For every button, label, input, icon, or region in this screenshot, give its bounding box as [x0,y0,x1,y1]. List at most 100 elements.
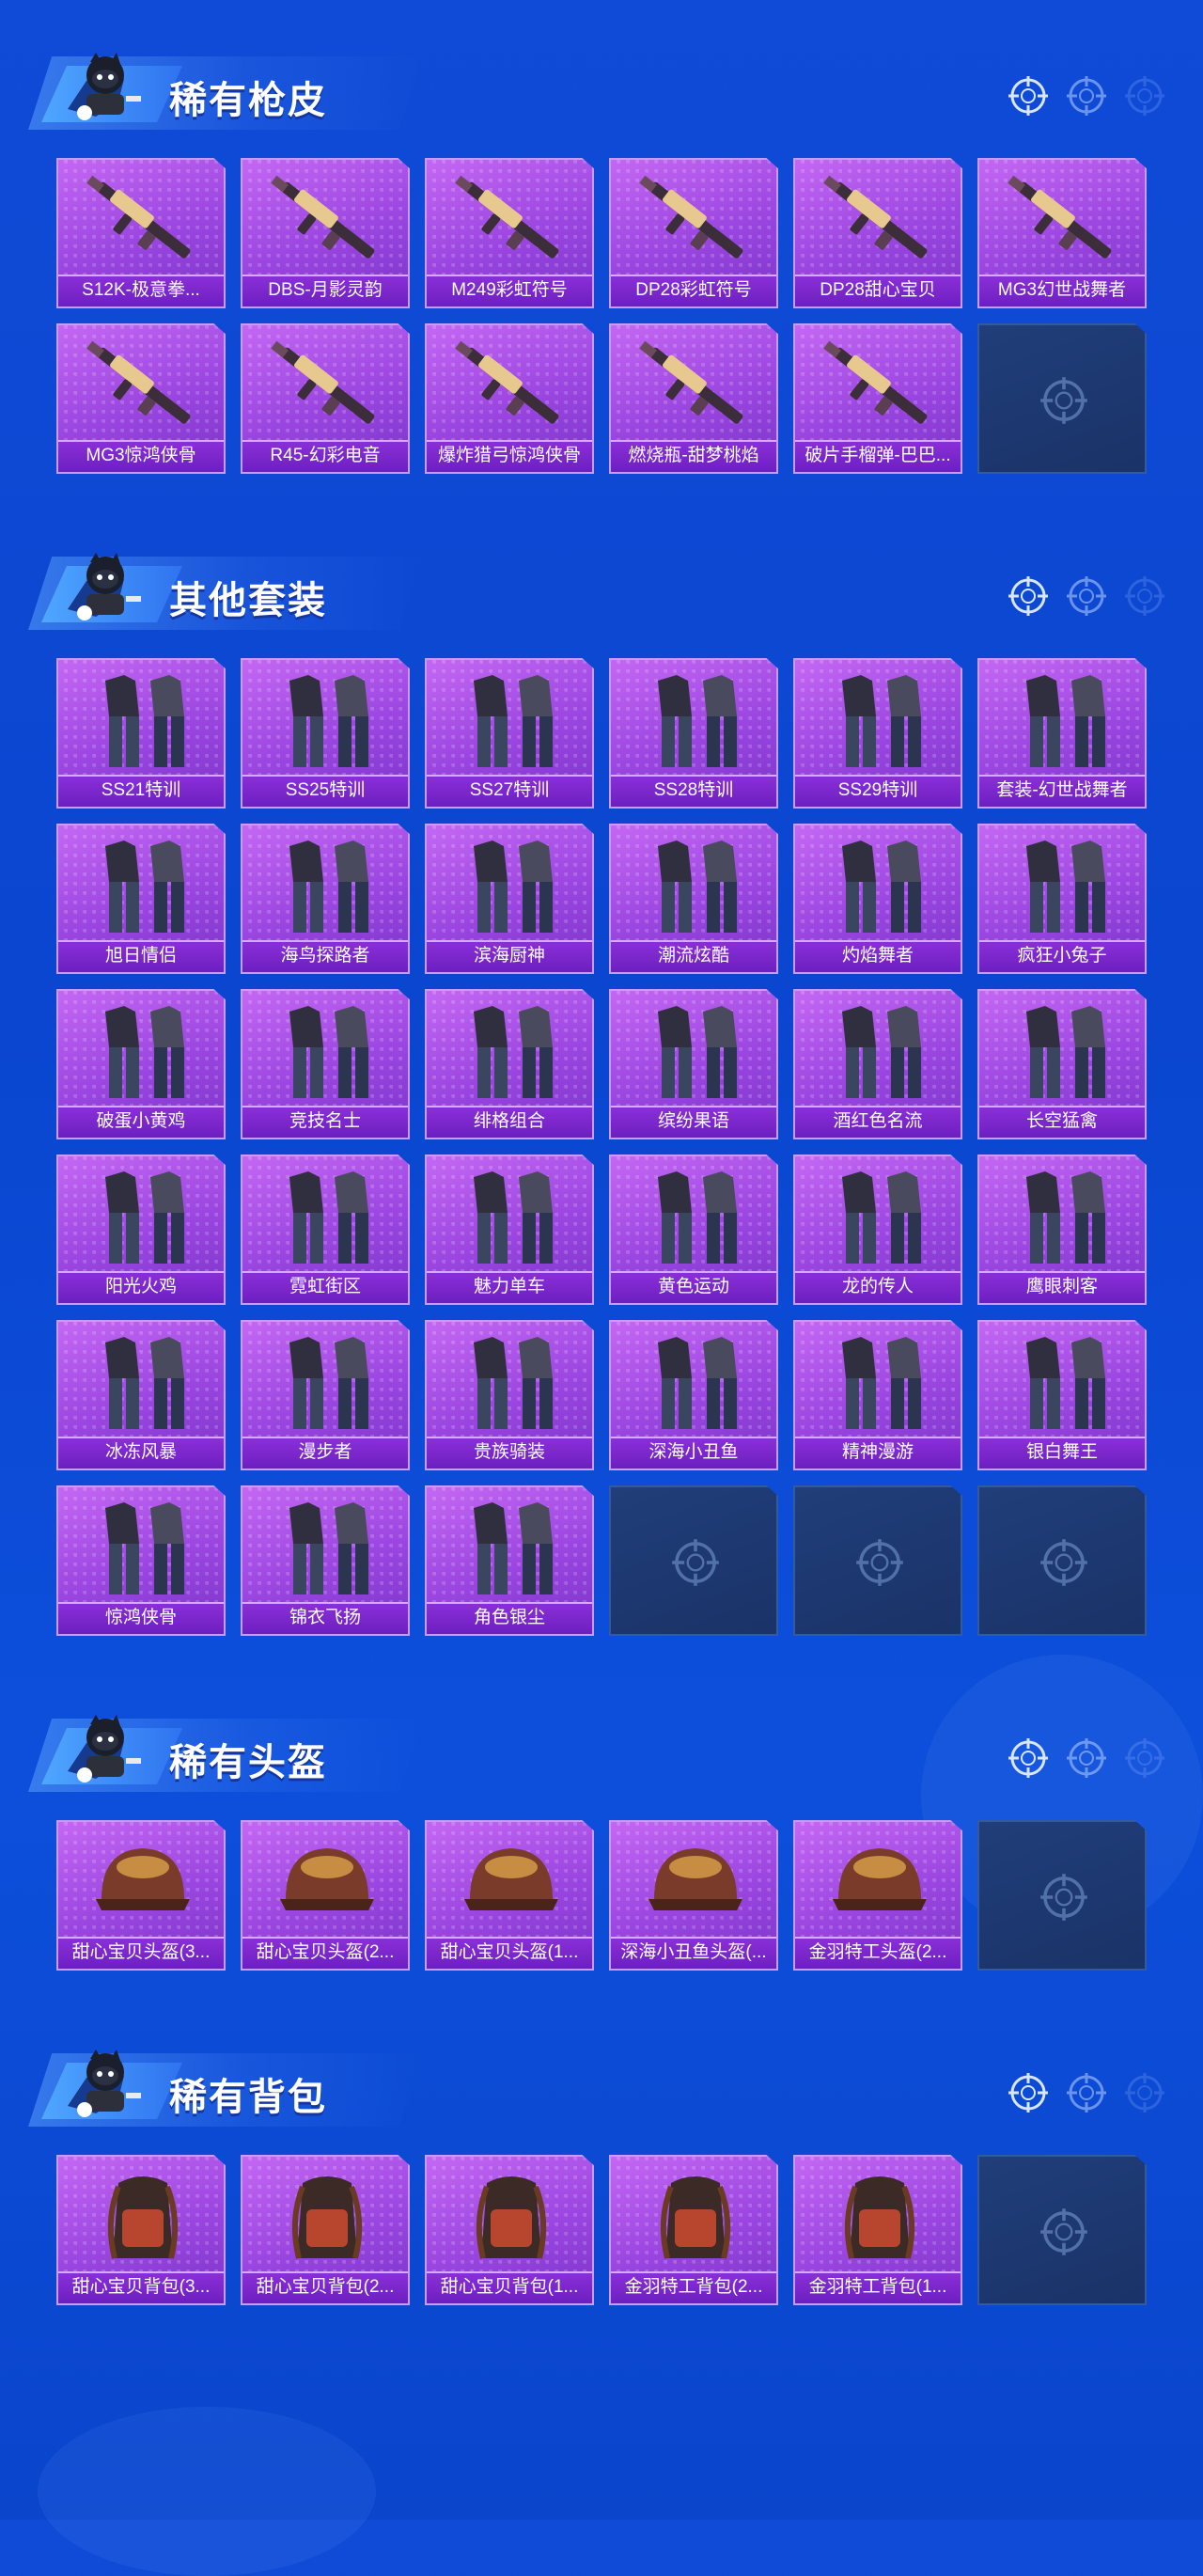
item-card[interactable]: 金羽特工背包(2... [609,2155,778,2305]
outfit-image [436,833,586,940]
item-card[interactable]: 旭日情侣 [56,824,226,974]
item-label: DBS-月影灵韵 [242,275,408,306]
item-card[interactable]: 甜心宝贝头盔(3... [56,1820,226,1971]
outfit-image [252,833,402,940]
item-label: 冰冻风暴 [58,1437,224,1469]
item-label: 破片手榴弹-巴巴... [795,440,961,472]
bag-image [436,2164,586,2271]
item-label: 金羽特工背包(2... [611,2271,776,2303]
item-label: 旭日情侣 [58,940,224,972]
section-header: 稀有枪皮 [0,38,1203,141]
item-card[interactable]: DBS-月影灵韵 [241,158,410,308]
item-card[interactable]: 破片手榴弹-巴巴... [793,323,962,474]
item-card[interactable]: 精神漫游 [793,1320,962,1470]
item-card[interactable]: 甜心宝贝背包(1... [425,2155,594,2305]
item-card[interactable]: 甜心宝贝头盔(2... [241,1820,410,1971]
item-card[interactable]: 潮流炫酷 [609,824,778,974]
item-card[interactable]: MG3惊鸿侠骨 [56,323,226,474]
item-card[interactable]: 竞技名士 [241,989,410,1139]
item-card[interactable]: 魅力单车 [425,1154,594,1305]
item-card[interactable]: SS25特训 [241,658,410,809]
item-card[interactable]: DP28甜心宝贝 [793,158,962,308]
item-card[interactable]: 黄色运动 [609,1154,778,1305]
item-label: 漫步者 [242,1437,408,1469]
item-card[interactable]: SS27特训 [425,658,594,809]
item-card[interactable]: 破蛋小黄鸡 [56,989,226,1139]
crosshair-icon [1124,1737,1165,1779]
item-card[interactable]: SS21特训 [56,658,226,809]
outfit-image [436,668,586,775]
item-card[interactable]: 阳光火鸡 [56,1154,226,1305]
crosshair-icon [671,1538,720,1587]
item-card[interactable]: M249彩虹符号 [425,158,594,308]
item-card[interactable]: SS28特训 [609,658,778,809]
item-card[interactable]: 银白舞王 [977,1320,1147,1470]
item-card[interactable]: 灼焰舞者 [793,824,962,974]
crosshair-icon [1039,1538,1088,1587]
item-card[interactable]: SS29特训 [793,658,962,809]
item-card[interactable]: 深海小丑鱼 [609,1320,778,1470]
gun-image [68,167,218,275]
item-label: 滨海厨神 [427,940,592,972]
item-card[interactable]: 深海小丑鱼头盔(... [609,1820,778,1971]
item-grid: S12K-极意拳... DBS-月影灵韵 M249彩虹符号 DP28彩虹符号 DP28甜… [56,158,1147,474]
bag-image [805,2164,955,2271]
item-card[interactable]: 甜心宝贝背包(2... [241,2155,410,2305]
item-card[interactable]: 疯狂小兔子 [977,824,1147,974]
item-card[interactable]: 滨海厨神 [425,824,594,974]
item-card[interactable]: 燃烧瓶-甜梦桃焰 [609,323,778,474]
item-label: 深海小丑鱼头盔(... [611,1937,776,1969]
item-card[interactable]: 长空猛禽 [977,989,1147,1139]
helmet-image [436,1830,586,1937]
outfit-image [68,833,218,940]
crosshair-icon [1039,2207,1088,2256]
item-label: 破蛋小黄鸡 [58,1106,224,1138]
header-decoration [1008,575,1165,617]
item-card[interactable]: R45-幻彩电音 [241,323,410,474]
item-card[interactable]: 海鸟探路者 [241,824,410,974]
item-card[interactable]: 贵族骑装 [425,1320,594,1470]
item-label: M249彩虹符号 [427,275,592,306]
item-card[interactable]: 爆炸猎弓惊鸿侠骨 [425,323,594,474]
item-label: 甜心宝贝背包(2... [242,2271,408,2303]
outfit-image [436,1495,586,1602]
item-grid: SS21特训 SS25特训 SS27特训 SS28特训 SS29特训 套装-幻世战舞者旭日… [56,658,1147,1636]
item-card[interactable]: 甜心宝贝头盔(1... [425,1820,594,1971]
outfit-image [989,1164,1139,1271]
item-card[interactable]: DP28彩虹符号 [609,158,778,308]
crosshair-icon [1066,2072,1107,2113]
item-card[interactable]: 鹰眼刺客 [977,1154,1147,1305]
section-rare-helmets: 稀有头盔甜心宝贝头盔(3... 甜心宝贝头盔(2... 甜心宝贝头盔(1... 深海小… [0,1700,1203,1971]
item-card[interactable]: 甜心宝贝背包(3... [56,2155,226,2305]
item-card[interactable]: 锦衣飞扬 [241,1485,410,1636]
item-card[interactable]: 金羽特工头盔(2... [793,1820,962,1971]
item-card[interactable]: 霓虹街区 [241,1154,410,1305]
item-card[interactable]: 金羽特工背包(1... [793,2155,962,2305]
item-card[interactable]: 绯格组合 [425,989,594,1139]
outfit-image [989,1329,1139,1437]
item-card[interactable]: MG3幻世战舞者 [977,158,1147,308]
section-title: 稀有头盔 [169,1742,327,1783]
outfit-image [989,998,1139,1106]
item-card[interactable]: 龙的传人 [793,1154,962,1305]
item-card[interactable]: 酒红色名流 [793,989,962,1139]
outfit-image [620,668,771,775]
item-card[interactable]: 角色银尘 [425,1485,594,1636]
item-card[interactable]: 套装-幻世战舞者 [977,658,1147,809]
bag-image [620,2164,771,2271]
outfit-image [436,998,586,1106]
crosshair-icon [1124,575,1165,617]
item-label: 惊鸿侠骨 [58,1602,224,1634]
item-card[interactable]: 惊鸿侠骨 [56,1485,226,1636]
item-label: DP28甜心宝贝 [795,275,961,306]
item-label: 金羽特工背包(1... [795,2271,961,2303]
item-label: 竞技名士 [242,1106,408,1138]
item-card[interactable]: 缤纷果语 [609,989,778,1139]
gun-image [620,167,771,275]
item-card[interactable]: 漫步者 [241,1320,410,1470]
item-card[interactable]: S12K-极意拳... [56,158,226,308]
outfit-image [620,1329,771,1437]
item-label: 甜心宝贝头盔(3... [58,1937,224,1969]
item-label: 缤纷果语 [611,1106,776,1138]
item-card[interactable]: 冰冻风暴 [56,1320,226,1470]
